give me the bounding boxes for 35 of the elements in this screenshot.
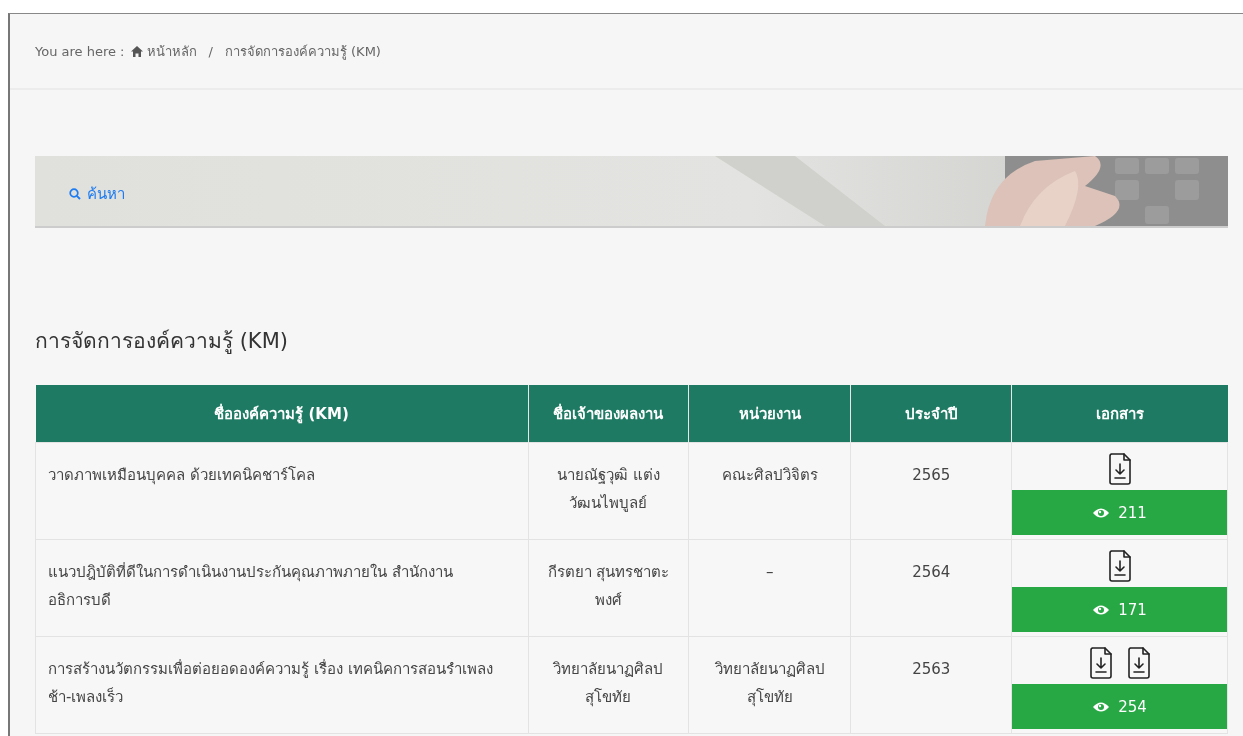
view-count-button[interactable]: 211 <box>1012 490 1227 535</box>
column-header: เอกสาร <box>1011 385 1228 443</box>
table-cell: การสร้างนวัตกรรมเพื่อต่อยอดองค์ความรู้ เรื่อง เทคนิคการสอนรำเพลงช้า-เพลงเร็ว <box>35 636 528 734</box>
breadcrumb-prefix: You are here : <box>35 43 125 59</box>
column-header: ชื่อองค์ความรู้ (KM) <box>35 385 528 443</box>
column-header: หน่วยงาน <box>688 385 851 443</box>
home-icon <box>130 45 143 57</box>
page-heading: การจัดการองค์ความรู้ (KM) <box>35 328 289 356</box>
table-cell: นายณัฐวุฒิ แต่ง วัฒนไพบูลย์ <box>528 442 689 540</box>
eye-icon <box>1092 506 1111 519</box>
file-download-icon[interactable] <box>1107 550 1132 582</box>
column-header: ชื่อเจ้าของผลงาน <box>528 385 689 443</box>
table-cell: คณะศิลปวิจิตร <box>688 442 851 540</box>
column-header: ประจำปี <box>850 385 1012 443</box>
table-cell: 2565 <box>850 442 1012 540</box>
file-download-icon[interactable] <box>1088 647 1113 679</box>
view-count-button[interactable]: 171 <box>1012 587 1227 632</box>
table-cell: 2564 <box>850 539 1012 637</box>
table-cell: วิทยาลัยนาฏศิลป สุโขทัย <box>688 636 851 734</box>
file-download-icon[interactable] <box>1107 453 1132 485</box>
breadcrumb-separator: / <box>208 43 213 59</box>
breadcrumb-current: การจัดการองค์ความรู้ (KM) <box>224 42 381 62</box>
eye-icon <box>1092 700 1111 713</box>
table-cell: แนวปฎิบัติที่ดีในการดำเนินงานประกันคุณภาพภายใน สำนักงานอธิการบดี <box>35 539 528 637</box>
table-cell: 2563 <box>850 636 1012 734</box>
table-cell: วาดภาพเหมือนบุคคล ด้วยเทคนิคชาร์โคล <box>35 442 528 540</box>
eye-icon <box>1092 603 1111 616</box>
view-count-button[interactable]: 254 <box>1012 684 1227 729</box>
file-download-icon[interactable] <box>1126 647 1151 679</box>
search-icon <box>69 188 81 200</box>
breadcrumb-link[interactable]: หน้าหลัก <box>146 40 197 62</box>
table-cell: – <box>688 539 851 637</box>
search-link[interactable]: ค้นหา <box>69 182 125 206</box>
table-cell: กีรตยา สุนทรชาตะ พงศ์ <box>528 539 689 637</box>
table-cell: วิทยาลัยนาฏศิลป สุโขทัย <box>528 636 689 734</box>
